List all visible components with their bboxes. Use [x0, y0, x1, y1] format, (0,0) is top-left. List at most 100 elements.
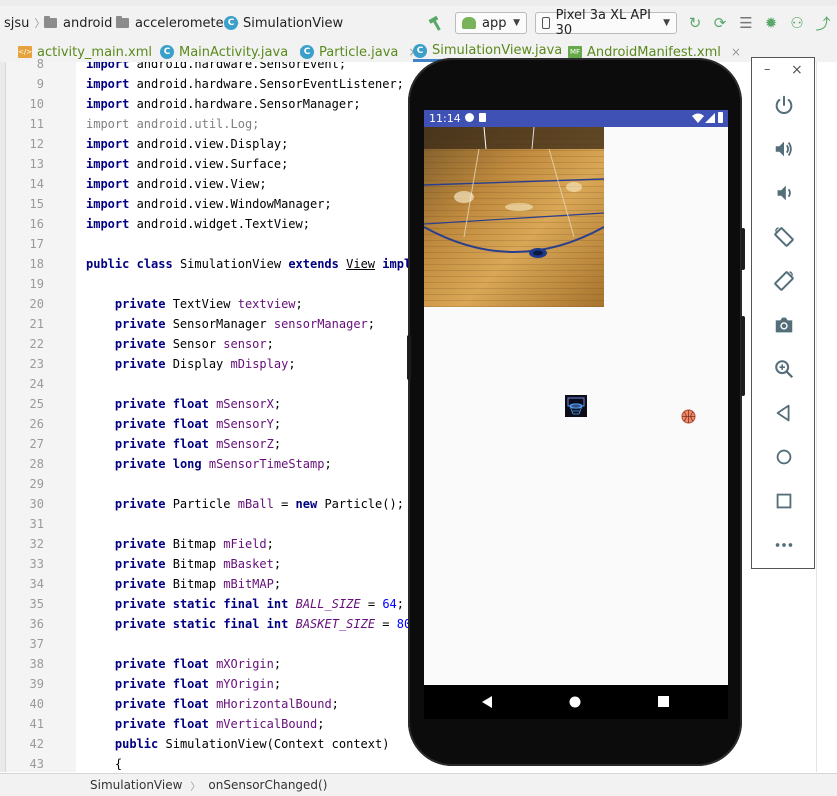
status-breadcrumb-method[interactable]: onSensorChanged()	[208, 778, 327, 792]
line-number: 15	[29, 197, 44, 211]
line-number: 12	[29, 137, 44, 151]
line-number-gutter: 8 9 10 11 12 13 14 15 16 17 18 19 20 21 22 23 24 25 26 27 28…	[6, 57, 84, 772]
code-line[interactable]: {	[86, 757, 122, 771]
line-number: 22	[29, 337, 44, 351]
tab-label: Particle.java	[319, 44, 399, 60]
line-number: 25	[29, 397, 44, 411]
run-config-dropdown[interactable]: app ▼	[455, 12, 527, 34]
line-number: 31	[29, 517, 44, 531]
build-hammer-icon[interactable]	[428, 15, 444, 31]
code-line[interactable]: import android.hardware.SensorEvent;	[86, 62, 346, 71]
zoom-icon	[775, 360, 794, 379]
manifest-file-icon: MF	[568, 46, 582, 58]
code-line[interactable]: private Sensor sensor;	[86, 337, 274, 351]
title-strip	[0, 0, 837, 6]
back-button[interactable]	[771, 400, 797, 426]
minimize-icon[interactable]: –	[764, 62, 771, 77]
tab-particle[interactable]: C Particle.java ×	[300, 42, 418, 62]
tab-mainactivity[interactable]: C MainActivity.java ×	[160, 42, 308, 62]
run-config-label: app	[482, 15, 507, 31]
code-line[interactable]: import android.view.View;	[86, 177, 267, 191]
rotate-right-button[interactable]	[771, 268, 797, 294]
apply-code-changes-icon[interactable]: ⟳	[711, 14, 729, 32]
code-line[interactable]: public class SimulationView extends View…	[86, 257, 455, 271]
code-line[interactable]: private float mSensorX;	[86, 397, 281, 411]
emulator-screen[interactable]: 11:14	[424, 110, 728, 685]
code-line[interactable]: private float mHorizontalBound;	[86, 697, 339, 711]
device-icon	[542, 17, 550, 29]
battery-icon	[718, 112, 723, 123]
chevron-right-icon: 〉	[190, 781, 201, 793]
editor-scrollbar[interactable]	[816, 62, 837, 772]
rotate-left-button[interactable]	[771, 224, 797, 250]
line-number: 43	[29, 757, 44, 771]
zoom-button[interactable]	[771, 356, 797, 382]
code-line[interactable]: private float mSensorY;	[86, 417, 281, 431]
sd-card-icon	[479, 113, 486, 122]
profile-icon[interactable]: ⚇	[788, 14, 806, 32]
code-line[interactable]: private SensorManager sensorManager;	[86, 317, 375, 331]
code-line[interactable]: private static final int BALL_SIZE = 64;	[86, 597, 404, 611]
line-number: 41	[29, 717, 44, 731]
line-number: 23	[29, 357, 44, 371]
apply-changes-icon[interactable]: ↻	[686, 14, 704, 32]
line-number: 40	[29, 697, 44, 711]
close-icon[interactable]: ×	[791, 62, 803, 78]
line-number: 14	[29, 177, 44, 191]
code-line[interactable]: private long mSensorTimeStamp;	[86, 457, 332, 471]
code-line[interactable]: import android.widget.TextView;	[86, 217, 310, 231]
code-line[interactable]: private float mXOrigin;	[86, 657, 281, 671]
volume-down-button[interactable]	[771, 180, 797, 206]
line-number: 21	[29, 317, 44, 331]
overview-button[interactable]	[771, 488, 797, 514]
code-line[interactable]: private Particle mBall = new Particle();	[86, 497, 404, 511]
line-number: 32	[29, 537, 44, 551]
tab-label: SimulationView.java	[432, 43, 563, 58]
line-number: 34	[29, 577, 44, 591]
code-line[interactable]: private float mYOrigin;	[86, 677, 281, 691]
overview-icon[interactable]	[658, 696, 669, 707]
home-icon[interactable]	[569, 696, 581, 708]
code-line[interactable]: private Bitmap mField;	[86, 537, 274, 551]
more-button[interactable]	[771, 532, 797, 558]
screenshot-button[interactable]	[771, 312, 797, 338]
line-number: 37	[29, 637, 44, 651]
code-line[interactable]: private Display mDisplay;	[86, 357, 296, 371]
code-line[interactable]: import android.hardware.SensorManager;	[86, 97, 361, 111]
more-icon	[775, 543, 793, 547]
code-line[interactable]: private Bitmap mBasket;	[86, 557, 281, 571]
device-volume-button	[741, 316, 745, 396]
code-line[interactable]: import android.view.Display;	[86, 137, 288, 151]
line-number: 33	[29, 557, 44, 571]
volume-down-icon	[777, 185, 791, 201]
code-line[interactable]: private static final int BASKET_SIZE = 8…	[86, 617, 419, 631]
home-button[interactable]	[771, 444, 797, 470]
attach-debugger-icon[interactable]: ⤴	[814, 14, 832, 33]
code-line[interactable]: private TextView textview;	[86, 297, 303, 311]
status-clock: 11:14	[429, 112, 461, 125]
line-number: 20	[29, 297, 44, 311]
back-icon[interactable]	[481, 696, 493, 708]
chevron-down-icon: ▼	[663, 18, 670, 28]
code-line[interactable]: public SimulationView(Context context)	[86, 737, 390, 751]
device-dropdown[interactable]: Pixel 3a XL API 30 ▼	[535, 8, 677, 38]
status-breadcrumb-class[interactable]: SimulationView	[90, 778, 182, 792]
breadcrumb-item-simulationview[interactable]: C SimulationView	[224, 13, 343, 33]
volume-up-button[interactable]	[771, 136, 797, 162]
android-status-bar: 11:14	[424, 110, 728, 127]
power-button[interactable]	[771, 92, 797, 118]
navigation-bar: sjsu 〉 android 〉 accelerometer 〉 C Simul…	[0, 0, 837, 43]
code-line[interactable]: private float mSensorZ;	[86, 437, 281, 451]
debug-icon[interactable]: ✹	[762, 14, 780, 32]
code-line[interactable]: import android.util.Log;	[86, 117, 259, 131]
code-line[interactable]: import android.hardware.SensorEventListe…	[86, 77, 404, 91]
class-icon: C	[413, 43, 427, 58]
logcat-icon[interactable]: ☰	[737, 14, 755, 32]
notification-icon	[465, 113, 474, 122]
code-line[interactable]: import android.view.Surface;	[86, 157, 288, 171]
code-line[interactable]: import android.view.WindowManager;	[86, 197, 332, 211]
code-line[interactable]: private Bitmap mBitMAP;	[86, 577, 281, 591]
folder-icon	[44, 16, 57, 28]
close-icon[interactable]: ×	[731, 45, 741, 59]
code-line[interactable]: private float mVerticalBound;	[86, 717, 325, 731]
